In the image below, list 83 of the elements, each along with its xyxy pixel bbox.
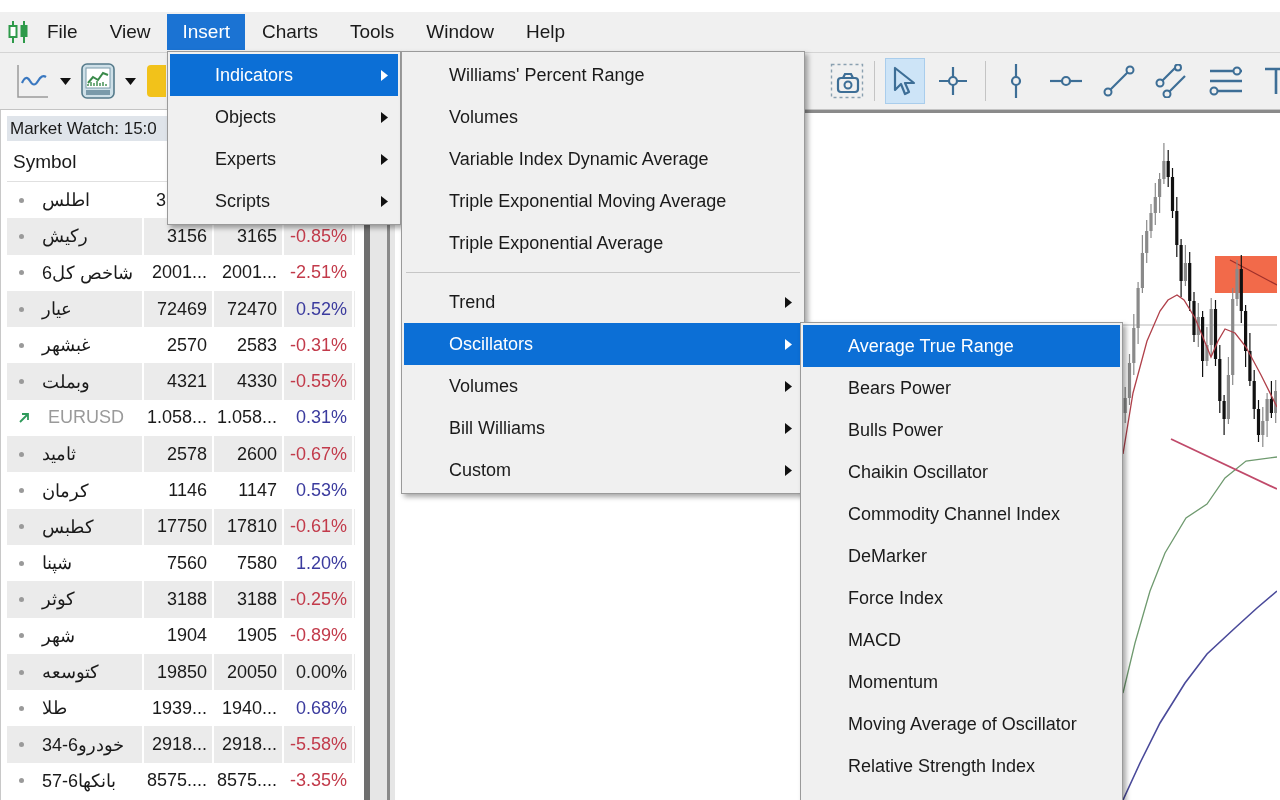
menu-item[interactable]: Bears Power	[803, 367, 1120, 409]
symbol-text: کرمان	[42, 479, 89, 502]
menu-item[interactable]: Average True Range	[803, 325, 1120, 367]
tile-icon[interactable]	[146, 63, 166, 99]
dot-icon	[19, 451, 24, 457]
vertical-line-icon	[1010, 63, 1022, 99]
menu-item[interactable]: Bulls Power	[803, 409, 1120, 451]
menu-item[interactable]: Oscillators	[404, 323, 802, 365]
menu-item[interactable]: Experts	[170, 138, 398, 180]
menu-item[interactable]: Triple Exponential Moving Average	[404, 180, 802, 222]
symbol-text: شاخص کل6	[42, 261, 134, 284]
menu-item[interactable]: Help	[510, 14, 580, 50]
dot-icon	[19, 488, 24, 493]
table-cell: 8575....	[144, 762, 214, 800]
dot-icon	[19, 560, 24, 566]
symbol-text: کتوسعه	[42, 661, 99, 683]
app-logo-icon	[8, 19, 30, 45]
table-cell-text: 3	[155, 188, 167, 212]
symbol-text: کوثر	[42, 588, 75, 611]
symbol-text: EURUSD	[48, 407, 124, 429]
chart-window-icon[interactable]	[81, 63, 115, 99]
up-arrow-icon	[19, 412, 30, 424]
dot-icon	[19, 524, 24, 530]
symbol-text: شپنا	[42, 552, 72, 575]
menu-item[interactable]: Momentum	[803, 661, 1120, 703]
crosshair-icon	[938, 66, 968, 96]
menu-item[interactable]: Force Index	[803, 577, 1120, 619]
cursor-icon	[892, 66, 918, 96]
menu-item[interactable]: Tools	[334, 14, 410, 50]
dot-icon	[19, 342, 24, 348]
dot-icon	[19, 306, 24, 312]
dot-icon	[19, 197, 24, 203]
drawing-tool-button[interactable]	[885, 58, 925, 104]
menu-item[interactable]: Volumes	[404, 365, 802, 407]
menu-item[interactable]: Bill Williams	[404, 407, 802, 449]
symbol-text: ثامید	[42, 443, 76, 466]
symbol-text: غبشهر	[42, 334, 90, 357]
symbol-text: رکیش	[42, 225, 88, 248]
symbol-text: خودرو6-34	[42, 733, 125, 756]
menu-item[interactable]: Custom	[404, 449, 802, 491]
column-header[interactable]: Symbol	[7, 151, 144, 173]
menu-item[interactable]: Trend	[404, 281, 802, 323]
dot-icon	[19, 705, 24, 711]
symbol-text: طلا	[42, 697, 67, 720]
dot-icon	[19, 270, 24, 276]
dot-icon	[19, 596, 24, 602]
symbol-text: اطلس	[42, 189, 90, 212]
menu-item[interactable]: Indicators	[170, 54, 398, 96]
menu-item[interactable]: Williams' Percent Range	[404, 54, 802, 96]
menu-item[interactable]: Commodity Channel Index	[803, 493, 1120, 535]
table-cell: 8575....	[214, 762, 284, 800]
levels-icon	[1209, 66, 1243, 96]
symbol-text: بانکها6-57	[42, 769, 117, 792]
channel-icon	[1155, 64, 1189, 98]
dot-icon	[19, 379, 24, 385]
menu-item[interactable]: Volumes	[404, 96, 802, 138]
dot-icon	[19, 778, 24, 784]
symbol-text: وبملت	[42, 370, 90, 393]
menu-item[interactable]: Moving Average of Oscillator	[803, 703, 1120, 745]
dot-icon	[19, 669, 24, 675]
menu-item[interactable]: View	[94, 14, 166, 50]
dot-icon	[19, 742, 24, 748]
menu-item[interactable]: File	[32, 14, 93, 50]
dot-icon	[19, 233, 24, 239]
dot-icon	[19, 633, 24, 639]
symbol-text: کطبس	[42, 515, 94, 538]
menu-item[interactable]: Variable Index Dynamic Average	[404, 138, 802, 180]
menu-item[interactable]: Relative Strength Index	[803, 745, 1120, 787]
menu-item[interactable]: Chaikin Oscillator	[803, 451, 1120, 493]
symbol-text: شهر	[42, 624, 75, 647]
camera-icon[interactable]	[830, 63, 864, 99]
caret-icon[interactable]	[60, 77, 71, 85]
caret-icon[interactable]	[125, 77, 136, 85]
menu-item[interactable]: Charts	[247, 14, 333, 50]
menu-item[interactable]: Insert	[167, 14, 245, 50]
symbol-text: عیار	[42, 298, 72, 321]
horizontal-line-icon	[1049, 75, 1083, 87]
menu-item[interactable]: DeMarker	[803, 535, 1120, 577]
menu-item[interactable]: Triple Exponential Average	[404, 222, 802, 264]
line-chart-icon[interactable]	[16, 63, 50, 99]
menu-item[interactable]: Window	[411, 14, 509, 50]
menu-item[interactable]: MACD	[803, 619, 1120, 661]
trend-line-icon	[1103, 65, 1135, 97]
